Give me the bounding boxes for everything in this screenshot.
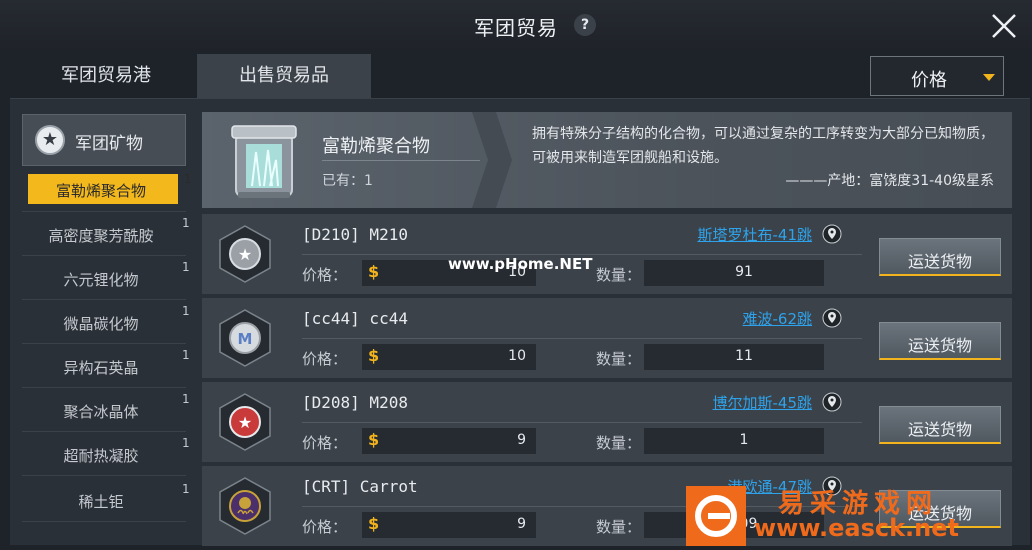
svg-text:★: ★ [238,413,252,432]
price-value: 10 [508,348,526,364]
price-box: $ 9 [362,428,536,454]
item-owned: 已有：1 [322,173,373,189]
divider [302,338,862,339]
sidebar-item-gel[interactable]: 超耐热凝胶 1 [22,432,190,476]
sidebar-item-count: 1 [182,348,190,362]
price-box: $ 9 [362,512,536,538]
quantity-box: 11 [644,344,824,370]
sidebar-item-label: 六元锂化物 [63,271,139,289]
star-icon: ★ [35,125,65,155]
sort-label: 价格 [911,70,947,91]
title-bar: 军团贸易 ? [0,0,1032,50]
quantity-value: 91 [735,264,753,280]
sidebar-item-count: 1 [184,172,192,186]
watermark-text: www.pHome.NET [448,255,593,273]
sidebar-item-carbide[interactable]: 微晶碳化物 1 [22,300,190,344]
svg-text:M: M [238,330,253,348]
sidebar-item-label: 高密度聚芳酰胺 [48,227,154,245]
m-emblem-icon: M [219,309,271,367]
sidebar-item-count: 1 [182,436,190,450]
watermark-logo-icon [686,486,746,546]
canister-icon [231,125,297,198]
sidebar-item-quartz[interactable]: 异构石英晶 1 [22,344,190,388]
sidebar-item-label: 聚合冰晶体 [63,403,139,421]
ship-goods-button[interactable]: 运送货物 [879,238,1001,276]
sort-dropdown[interactable]: 价格 [870,56,1004,96]
coin-icon: $ [368,430,380,449]
price-value: 9 [517,516,526,532]
page-title: 军团贸易 [474,16,558,40]
location-pin-icon[interactable] [822,224,842,244]
red-star-emblem-icon: ★ [219,393,271,451]
close-icon[interactable] [988,10,1020,42]
sidebar-item-count: 1 [182,482,190,496]
tab-sell-goods[interactable]: 出售贸易品 [197,54,371,98]
price-box: $ 10 [362,344,536,370]
location-link[interactable]: 斯塔罗杜布-41跳 [697,224,812,245]
location-link[interactable]: 博尔加斯-45跳 [712,392,812,413]
sidebar-item-aramid[interactable]: 高密度聚芳酰胺 1 [22,212,190,256]
ship-goods-label: 运送货物 [907,420,972,439]
divider [322,160,480,161]
star-emblem-icon: ★ [219,225,271,283]
item-origin: ———产地：富饶度31-40级星系 [785,173,994,189]
quantity-label: 数量： [596,434,642,452]
sidebar-item-lithium[interactable]: 六元锂化物 1 [22,256,190,300]
sidebar-item-count: 1 [182,260,190,274]
ship-goods-button[interactable]: 运送货物 [879,406,1001,444]
quantity-label: 数量： [596,350,642,368]
sidebar-item-count: 1 [182,304,190,318]
watermark-url: www.easck.net [754,514,959,542]
sidebar-item-label: 微晶碳化物 [63,315,139,333]
listing-row: ★ [D210] M210 斯塔罗杜布-41跳 价格： $ 10 数量： 91 … [202,214,1012,294]
category-label: 军团矿物 [75,134,143,154]
ship-goods-label: 运送货物 [907,336,972,355]
sidebar-item-label: 异构石英晶 [63,359,139,377]
corp-name: [cc44] cc44 [302,309,408,328]
quantity-value: 11 [735,348,753,364]
sidebar-item-label: 富勒烯聚合物 [55,182,146,200]
item-description: 拥有特殊分子结构的化合物，可以通过复杂的工序转变为大部分已知物质，可被用来制造军… [532,126,994,166]
sidebar-item-count: 1 [182,392,190,406]
item-info-banner: 富勒烯聚合物 已有：1 拥有特殊分子结构的化合物，可以通过复杂的工序转变为大部分… [202,112,1012,208]
coin-icon: $ [368,262,380,281]
location-pin-icon[interactable] [822,392,842,412]
location-pin-icon[interactable] [822,308,842,328]
item-name: 富勒烯聚合物 [322,136,430,157]
quantity-box: 1 [644,428,824,454]
quantity-value: 1 [739,432,749,448]
quantity-label: 数量： [596,518,642,536]
sidebar-item-ice-crystal[interactable]: 聚合冰晶体 1 [22,388,190,432]
sidebar-item-label: 超耐热凝胶 [63,447,139,465]
ship-goods-button[interactable]: 运送货物 [879,322,1001,360]
price-label: 价格： [302,350,348,368]
help-icon[interactable]: ? [574,14,596,36]
sidebar-item-fullerene[interactable]: 富勒烯聚合物 1 [22,168,192,212]
corp-name: [D208] M208 [302,393,408,412]
svg-text:★: ★ [238,245,252,264]
listing-row: M [cc44] cc44 难波-62跳 价格： $ 10 数量： 11 运送货… [202,298,1012,378]
divider [302,422,862,423]
tab-corp-trade-port[interactable]: 军团贸易港 [20,54,192,98]
price-label: 价格： [302,518,348,536]
price-value: 9 [517,432,526,448]
coin-icon: $ [368,346,380,365]
chevron-down-icon [983,74,995,81]
sidebar-item-count: 1 [182,216,190,230]
corp-name: [CRT] Carrot [302,477,418,496]
sidebar-item-rare-earth[interactable]: 稀土钜 1 [22,478,190,522]
location-link[interactable]: 难波-62跳 [743,308,813,329]
corp-name: [D210] M210 [302,225,408,244]
octopus-emblem-icon [219,477,271,535]
listing-row: ★ [D208] M208 博尔加斯-45跳 价格： $ 9 数量： 1 运送货… [202,382,1012,462]
quantity-label: 数量： [596,266,642,284]
category-header[interactable]: ★ 军团矿物 [22,114,186,166]
price-label: 价格： [302,434,348,452]
coin-icon: $ [368,514,380,533]
sidebar-item-label: 稀土钜 [78,493,124,511]
quantity-box: 91 [644,260,824,286]
ship-goods-label: 运送货物 [907,252,972,271]
price-label: 价格： [302,266,348,284]
